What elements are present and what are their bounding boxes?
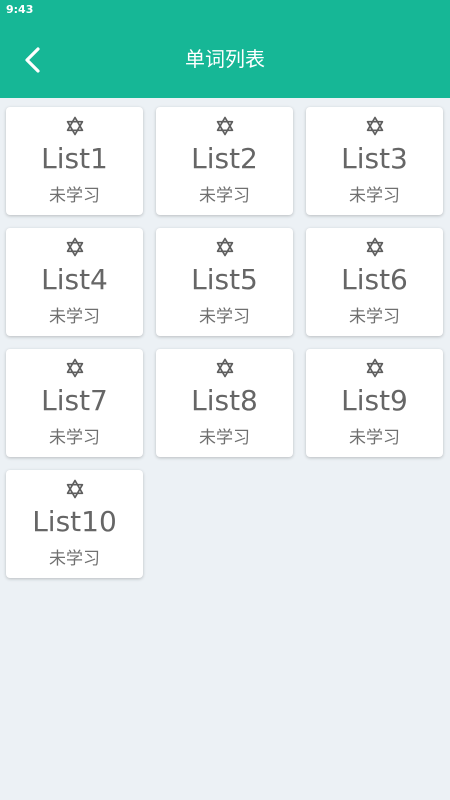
list-status: 未学习 (199, 186, 250, 206)
list-card-4[interactable]: List4 未学习 (6, 228, 143, 336)
list-name: List3 (341, 142, 408, 175)
app-bar: 单词列表 (0, 20, 450, 98)
list-name: List10 (32, 505, 117, 538)
list-status: 未学习 (49, 428, 100, 448)
status-bar: 9:43 (0, 0, 450, 20)
list-name: List2 (191, 142, 258, 175)
list-status: 未学习 (349, 186, 400, 206)
list-card-3[interactable]: List3 未学习 (306, 107, 443, 215)
list-name: List6 (341, 263, 408, 296)
star-outline-icon (366, 116, 383, 136)
list-card-5[interactable]: List5 未学习 (156, 228, 293, 336)
list-status: 未学习 (199, 428, 250, 448)
star-outline-icon (366, 358, 383, 378)
list-card-7[interactable]: List7 未学习 (6, 349, 143, 457)
star-outline-icon (66, 237, 83, 257)
list-card-8[interactable]: List8 未学习 (156, 349, 293, 457)
star-outline-icon (216, 237, 233, 257)
star-outline-icon (216, 116, 233, 136)
star-outline-icon (216, 358, 233, 378)
list-status: 未学习 (199, 307, 250, 327)
list-card-2[interactable]: List2 未学习 (156, 107, 293, 215)
list-name: List8 (191, 384, 258, 417)
page-title: 单词列表 (185, 47, 265, 71)
list-status: 未学习 (349, 307, 400, 327)
star-outline-icon (66, 479, 83, 499)
list-status: 未学习 (49, 549, 100, 569)
list-name: List7 (41, 384, 108, 417)
list-name: List1 (41, 142, 108, 175)
list-status: 未学习 (49, 307, 100, 327)
status-time: 9:43 (6, 3, 34, 16)
star-outline-icon (66, 116, 83, 136)
star-outline-icon (66, 358, 83, 378)
list-card-9[interactable]: List9 未学习 (306, 349, 443, 457)
list-card-1[interactable]: List1 未学习 (6, 107, 143, 215)
list-card-6[interactable]: List6 未学习 (306, 228, 443, 336)
list-name: List9 (341, 384, 408, 417)
list-status: 未学习 (349, 428, 400, 448)
list-card-10[interactable]: List10 未学习 (6, 470, 143, 578)
list-status: 未学习 (49, 186, 100, 206)
star-outline-icon (366, 237, 383, 257)
list-name: List5 (191, 263, 258, 296)
list-name: List4 (41, 263, 108, 296)
word-list-grid: List1 未学习 List2 未学习 List3 未学习 List4 未学习 … (6, 107, 444, 578)
